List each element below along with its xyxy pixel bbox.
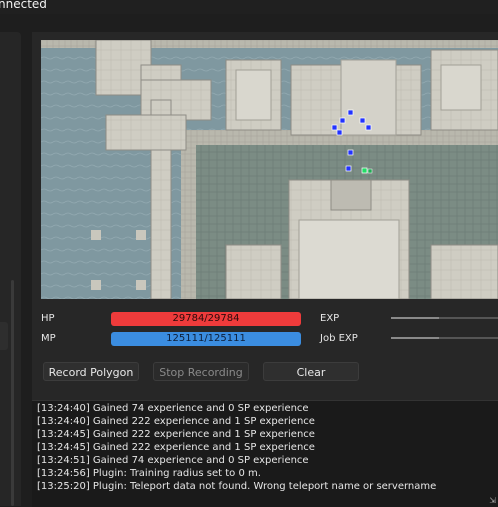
exp-bar-fill — [391, 317, 440, 319]
record-polygon-button[interactable]: Record Polygon — [43, 362, 139, 381]
left-scrollbar[interactable] — [11, 280, 14, 506]
log-panel[interactable]: [13:24:40] Gained 74 experience and 0 SP… — [32, 400, 498, 507]
job-exp-label: Job EXP — [320, 333, 358, 344]
log-line: [13:24:51] Gained 74 experience and 0 SP… — [37, 455, 309, 466]
job-exp-bar — [391, 337, 498, 339]
log-line: [13:24:45] Gained 222 experience and 1 S… — [37, 442, 315, 453]
player-marker — [361, 167, 373, 174]
resize-grip-icon[interactable]: ⇲ — [489, 496, 496, 505]
minimap-image — [41, 40, 498, 299]
mp-bar: 125111/125111 — [111, 332, 301, 346]
minimap[interactable] — [41, 40, 498, 299]
left-panel-tab[interactable] — [0, 322, 8, 350]
log-line: [13:24:45] Gained 222 experience and 1 S… — [37, 429, 315, 440]
exp-bar — [391, 317, 498, 319]
log-line: [13:24:40] Gained 222 experience and 1 S… — [37, 416, 315, 427]
log-line: [13:24:56] Plugin: Training radius set t… — [37, 468, 261, 479]
title-bar: nnected — [0, 0, 498, 14]
hp-bar: 29784/29784 — [111, 312, 301, 326]
clear-button[interactable]: Clear — [263, 362, 359, 381]
hp-label: HP — [41, 313, 55, 324]
mp-label: MP — [41, 333, 56, 344]
window-title: nnected — [0, 0, 47, 11]
exp-label: EXP — [320, 313, 340, 324]
stop-recording-button[interactable]: Stop Recording — [153, 362, 249, 381]
log-line: [13:24:40] Gained 74 experience and 0 SP… — [37, 403, 309, 414]
log-line: [13:25:20] Plugin: Teleport data not fou… — [37, 481, 437, 492]
job-exp-bar-fill — [391, 337, 440, 339]
stats-panel: HP 29784/29784 MP 125111/125111 EXP Job … — [41, 308, 498, 348]
